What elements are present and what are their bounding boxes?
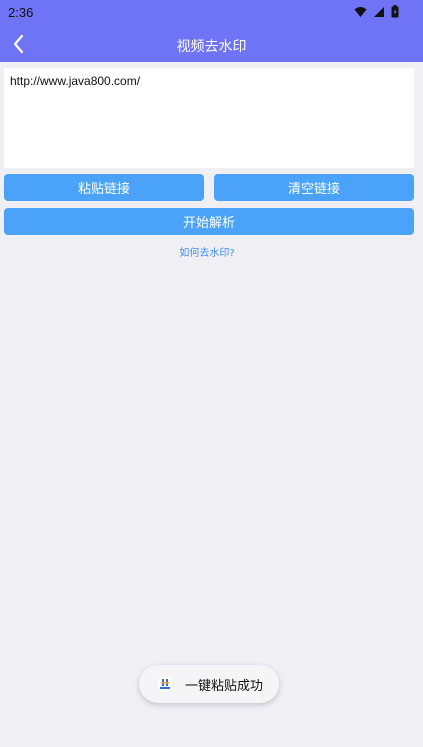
- wifi-icon: [354, 6, 367, 18]
- start-parse-button[interactable]: 开始解析: [4, 208, 414, 235]
- signal-icon: [373, 6, 385, 18]
- app-logo-icon: [156, 675, 174, 693]
- toast: 一键粘贴成功: [139, 665, 279, 703]
- status-icons: [354, 5, 399, 18]
- toast-message: 一键粘贴成功: [185, 678, 264, 694]
- clear-link-button[interactable]: 清空链接: [214, 174, 414, 201]
- status-time: 2:36: [8, 5, 34, 20]
- status-bar: 2:36: [0, 0, 423, 26]
- url-input[interactable]: http://www.java800.com/: [4, 68, 414, 168]
- help-link[interactable]: 如何去水印?: [0, 244, 414, 259]
- battery-icon: [391, 5, 399, 18]
- page-title: 视频去水印: [176, 39, 247, 55]
- paste-link-button[interactable]: 粘贴链接: [4, 174, 204, 201]
- app-bar: 视频去水印: [0, 26, 423, 62]
